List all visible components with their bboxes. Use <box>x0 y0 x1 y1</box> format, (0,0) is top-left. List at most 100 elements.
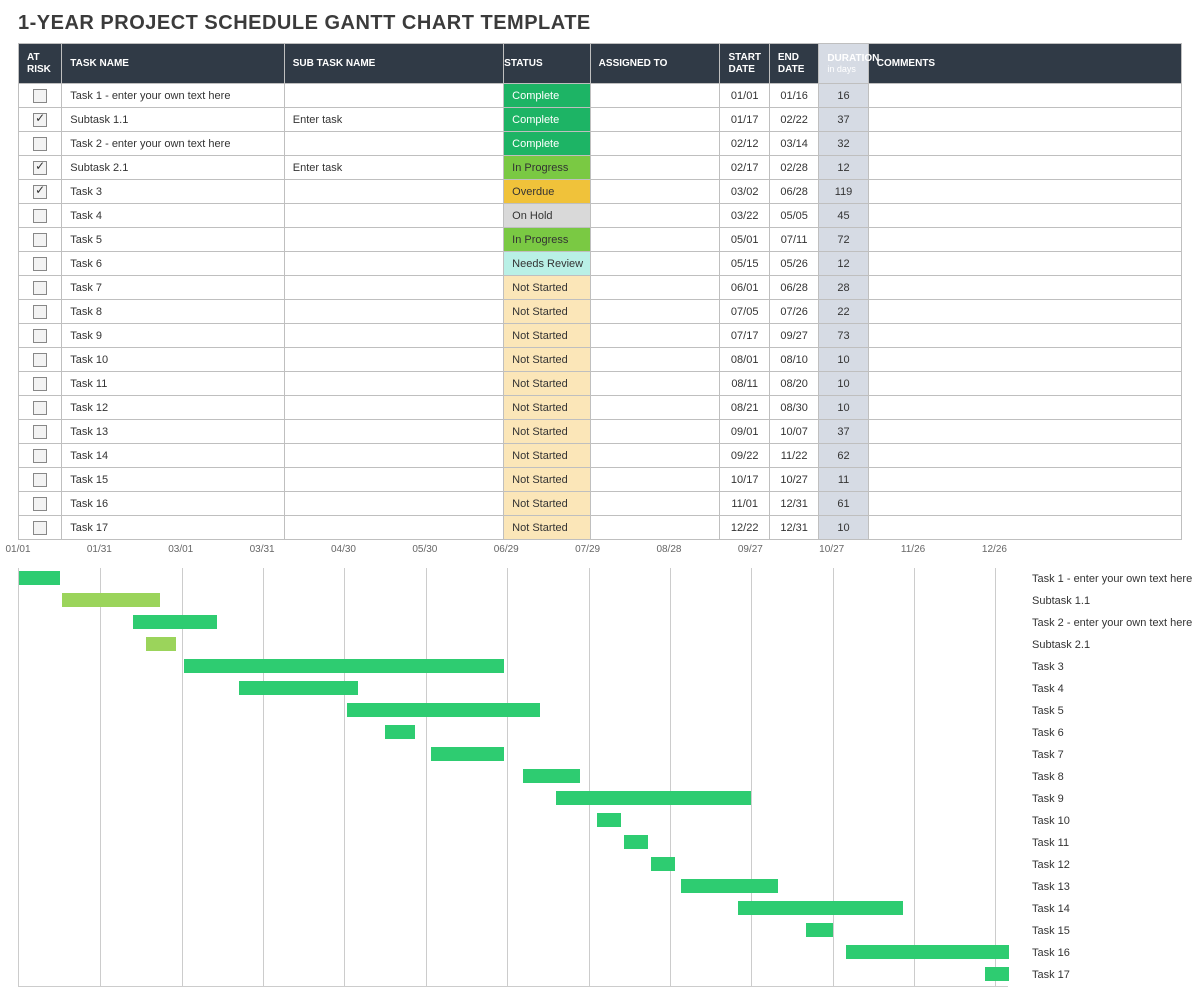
cell-start[interactable]: 09/01 <box>720 420 769 444</box>
cell-comments[interactable] <box>868 228 1181 252</box>
risk-checkbox[interactable] <box>33 521 47 535</box>
cell-end[interactable]: 02/22 <box>769 108 818 132</box>
risk-checkbox[interactable] <box>33 353 47 367</box>
cell-end[interactable]: 09/27 <box>769 324 818 348</box>
cell-end[interactable]: 12/31 <box>769 516 818 540</box>
cell-assigned[interactable] <box>590 372 720 396</box>
cell-end[interactable]: 01/16 <box>769 84 818 108</box>
risk-checkbox[interactable] <box>33 89 47 103</box>
cell-assigned[interactable] <box>590 468 720 492</box>
cell-comments[interactable] <box>868 252 1181 276</box>
cell-comments[interactable] <box>868 180 1181 204</box>
cell-task[interactable]: Task 3 <box>62 180 285 204</box>
cell-task[interactable]: Task 9 <box>62 324 285 348</box>
risk-checkbox[interactable] <box>33 329 47 343</box>
cell-comments[interactable] <box>868 300 1181 324</box>
cell-assigned[interactable] <box>590 324 720 348</box>
risk-checkbox[interactable] <box>33 137 47 151</box>
cell-start[interactable]: 01/01 <box>720 84 769 108</box>
cell-assigned[interactable] <box>590 252 720 276</box>
cell-task[interactable]: Task 14 <box>62 444 285 468</box>
cell-task[interactable]: Task 2 - enter your own text here <box>62 132 285 156</box>
cell-start[interactable]: 05/01 <box>720 228 769 252</box>
cell-start[interactable]: 08/01 <box>720 348 769 372</box>
cell-end[interactable]: 12/31 <box>769 492 818 516</box>
cell-start[interactable]: 08/11 <box>720 372 769 396</box>
cell-end[interactable]: 06/28 <box>769 180 818 204</box>
cell-status[interactable]: Not Started <box>504 420 591 444</box>
cell-subtask[interactable] <box>284 396 503 420</box>
cell-assigned[interactable] <box>590 276 720 300</box>
cell-task[interactable]: Task 17 <box>62 516 285 540</box>
cell-task[interactable]: Task 15 <box>62 468 285 492</box>
cell-assigned[interactable] <box>590 108 720 132</box>
cell-start[interactable]: 07/17 <box>720 324 769 348</box>
cell-end[interactable]: 11/22 <box>769 444 818 468</box>
cell-task[interactable]: Task 6 <box>62 252 285 276</box>
risk-checkbox[interactable] <box>33 377 47 391</box>
cell-comments[interactable] <box>868 348 1181 372</box>
cell-subtask[interactable] <box>284 468 503 492</box>
risk-checkbox[interactable] <box>33 161 47 175</box>
cell-assigned[interactable] <box>590 180 720 204</box>
cell-end[interactable]: 06/28 <box>769 276 818 300</box>
cell-subtask[interactable] <box>284 276 503 300</box>
cell-task[interactable]: Task 16 <box>62 492 285 516</box>
cell-task[interactable]: Task 13 <box>62 420 285 444</box>
cell-end[interactable]: 10/07 <box>769 420 818 444</box>
cell-start[interactable]: 09/22 <box>720 444 769 468</box>
cell-assigned[interactable] <box>590 420 720 444</box>
cell-comments[interactable] <box>868 492 1181 516</box>
cell-subtask[interactable] <box>284 84 503 108</box>
cell-task[interactable]: Subtask 2.1 <box>62 156 285 180</box>
cell-status[interactable]: Not Started <box>504 324 591 348</box>
cell-comments[interactable] <box>868 108 1181 132</box>
cell-comments[interactable] <box>868 84 1181 108</box>
cell-comments[interactable] <box>868 204 1181 228</box>
cell-subtask[interactable] <box>284 300 503 324</box>
cell-comments[interactable] <box>868 396 1181 420</box>
cell-comments[interactable] <box>868 132 1181 156</box>
cell-comments[interactable] <box>868 420 1181 444</box>
cell-subtask[interactable] <box>284 372 503 396</box>
cell-task[interactable]: Task 12 <box>62 396 285 420</box>
cell-assigned[interactable] <box>590 444 720 468</box>
risk-checkbox[interactable] <box>33 281 47 295</box>
cell-status[interactable]: In Progress <box>504 228 591 252</box>
cell-status[interactable]: Not Started <box>504 276 591 300</box>
cell-start[interactable]: 10/17 <box>720 468 769 492</box>
cell-status[interactable]: Not Started <box>504 396 591 420</box>
cell-assigned[interactable] <box>590 492 720 516</box>
cell-assigned[interactable] <box>590 132 720 156</box>
cell-end[interactable]: 02/28 <box>769 156 818 180</box>
cell-task[interactable]: Task 7 <box>62 276 285 300</box>
cell-start[interactable]: 11/01 <box>720 492 769 516</box>
cell-comments[interactable] <box>868 372 1181 396</box>
cell-end[interactable]: 05/26 <box>769 252 818 276</box>
cell-assigned[interactable] <box>590 156 720 180</box>
cell-comments[interactable] <box>868 516 1181 540</box>
cell-start[interactable]: 12/22 <box>720 516 769 540</box>
cell-start[interactable]: 01/17 <box>720 108 769 132</box>
cell-subtask[interactable] <box>284 228 503 252</box>
cell-status[interactable]: Not Started <box>504 444 591 468</box>
cell-end[interactable]: 08/20 <box>769 372 818 396</box>
risk-checkbox[interactable] <box>33 473 47 487</box>
cell-subtask[interactable] <box>284 324 503 348</box>
cell-task[interactable]: Task 5 <box>62 228 285 252</box>
cell-subtask[interactable] <box>284 132 503 156</box>
cell-start[interactable]: 05/15 <box>720 252 769 276</box>
cell-status[interactable]: Not Started <box>504 300 591 324</box>
cell-comments[interactable] <box>868 324 1181 348</box>
cell-start[interactable]: 08/21 <box>720 396 769 420</box>
cell-end[interactable]: 07/26 <box>769 300 818 324</box>
cell-status[interactable]: Not Started <box>504 492 591 516</box>
risk-checkbox[interactable] <box>33 401 47 415</box>
cell-subtask[interactable] <box>284 420 503 444</box>
cell-comments[interactable] <box>868 468 1181 492</box>
risk-checkbox[interactable] <box>33 449 47 463</box>
risk-checkbox[interactable] <box>33 305 47 319</box>
cell-status[interactable]: Complete <box>504 108 591 132</box>
cell-task[interactable]: Task 4 <box>62 204 285 228</box>
cell-subtask[interactable] <box>284 348 503 372</box>
